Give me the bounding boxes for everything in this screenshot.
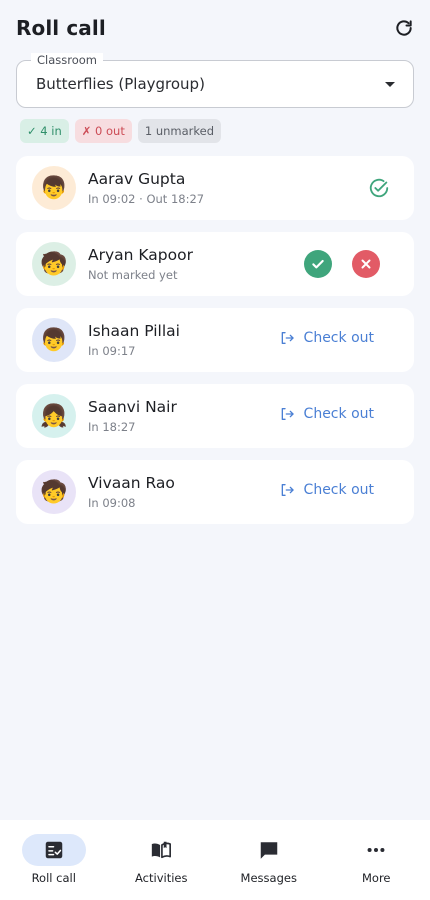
logout-icon (281, 484, 294, 496)
nav-label: Activities (135, 871, 188, 885)
child-name: Vivaan Rao (88, 474, 175, 492)
out-count-badge: ✗ 0 out (74, 119, 132, 143)
nav-messages[interactable]: Messages (215, 820, 323, 900)
children-list: 👦 Aarav Gupta In 09:02 · Out 18:27 🧒 Ary… (16, 156, 414, 536)
child-name: Ishaan Pillai (88, 322, 180, 340)
check-out-button[interactable]: Check out (279, 482, 374, 498)
child-times: In 09:08 (88, 496, 136, 510)
nav-label: More (361, 871, 391, 885)
check-out-label: Check out (303, 330, 374, 346)
book-icon (129, 834, 193, 866)
child-card-vivaan[interactable]: 🧒 Vivaan Rao In 09:08 Check out (16, 460, 414, 524)
child-times: In 09:02 · Out 18:27 (88, 192, 205, 206)
child-name: Aryan Kapoor (88, 246, 193, 264)
child-card-saanvi[interactable]: 👧 Saanvi Nair In 18:27 Check out (16, 384, 414, 448)
avatar: 🧒 (32, 470, 76, 514)
avatar: 🧒 (32, 242, 76, 286)
check-out-button[interactable]: Check out (279, 406, 374, 422)
nav-roll-call[interactable]: Roll call (0, 820, 108, 900)
classroom-label: Classroom (31, 53, 104, 67)
classroom-select[interactable]: Classroom Butterflies (Playgroup) (16, 53, 414, 108)
refresh-icon[interactable] (392, 16, 416, 40)
checklist-icon (21, 834, 86, 866)
summary-chips: ✓ 4 in ✗ 0 out 1 unmarked (20, 119, 222, 143)
child-times: In 18:27 (88, 420, 136, 434)
check-out-label: Check out (303, 482, 374, 498)
logout-icon (281, 408, 294, 420)
in-count-badge: ✓ 4 in (20, 119, 69, 143)
app-header: Roll call (0, 0, 430, 56)
child-times: In 09:17 (88, 344, 136, 358)
logout-icon (281, 332, 294, 344)
dropdown-arrow-icon (385, 82, 395, 87)
child-name: Saanvi Nair (88, 398, 177, 416)
mark-present-button[interactable] (304, 250, 332, 278)
avatar: 👦 (32, 318, 76, 362)
avatar: 👧 (32, 394, 76, 438)
bottom-navigation: Roll call Activities Messages More (0, 820, 430, 900)
classroom-value: Butterflies (Playgroup) (36, 75, 205, 93)
check-circle-icon (368, 177, 390, 199)
nav-label: Messages (240, 871, 297, 885)
check-out-button[interactable]: Check out (279, 330, 374, 346)
child-name: Aarav Gupta (88, 170, 186, 188)
nav-more[interactable]: More (323, 820, 430, 900)
more-icon (344, 834, 408, 866)
child-card-ishaan[interactable]: 👦 Ishaan Pillai In 09:17 Check out (16, 308, 414, 372)
check-out-label: Check out (303, 406, 374, 422)
nav-label: Roll call (31, 871, 76, 885)
chat-icon (237, 834, 301, 866)
child-card-aryan[interactable]: 🧒 Aryan Kapoor Not marked yet (16, 232, 414, 296)
unmarked-count-badge: 1 unmarked (137, 119, 222, 143)
child-card-aarav[interactable]: 👦 Aarav Gupta In 09:02 · Out 18:27 (16, 156, 414, 220)
page-title: Roll call (16, 16, 106, 40)
nav-activities[interactable]: Activities (108, 820, 216, 900)
avatar: 👦 (32, 166, 76, 210)
mark-absent-button[interactable] (352, 250, 380, 278)
child-status: Not marked yet (88, 268, 178, 282)
